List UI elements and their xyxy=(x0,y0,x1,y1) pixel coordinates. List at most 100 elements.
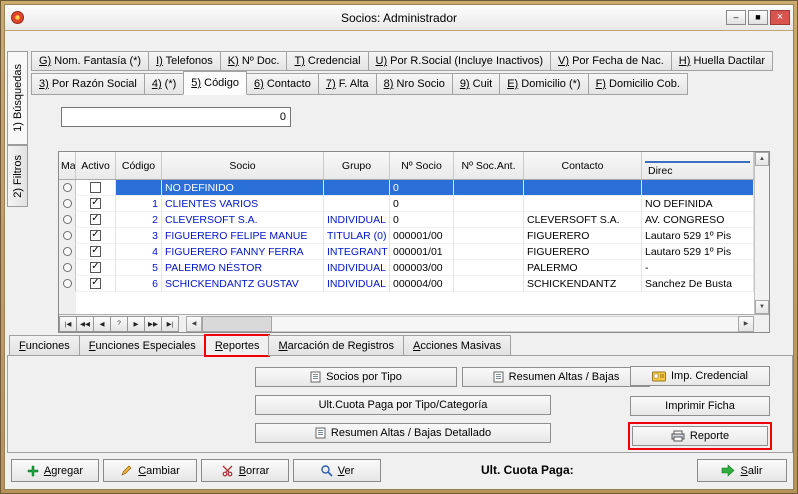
row-active-cell[interactable] xyxy=(76,260,116,276)
horizontal-scroll-track[interactable] xyxy=(272,316,738,332)
vertical-scrollbar[interactable]: ▲ ▼ xyxy=(754,152,769,314)
row-radio[interactable] xyxy=(63,231,72,240)
col-header-nro-socio[interactable]: Nº Socio xyxy=(390,152,454,179)
nav-help-button[interactable]: ? xyxy=(110,316,128,332)
tab-codigo[interactable]: 5) Código xyxy=(183,71,247,95)
imprimir-ficha-button[interactable]: Imprimir Ficha xyxy=(630,396,770,416)
nav-next-button[interactable]: ▶ xyxy=(127,316,145,332)
row-active-cell[interactable] xyxy=(76,244,116,260)
nav-last-button[interactable]: ▶| xyxy=(161,316,179,332)
row-radio[interactable] xyxy=(63,279,72,288)
table-row[interactable]: 1 CLIENTES VARIOS 0 NO DEFINIDA xyxy=(59,196,754,212)
active-checkbox[interactable] xyxy=(90,182,101,193)
tab-por-fecha-nac[interactable]: V) Por Fecha de Nac. xyxy=(550,51,672,71)
table-row[interactable]: 6 SCHICKENDANTZ GUSTAV INDIVIDUAL 000004… xyxy=(59,276,754,292)
nav-first-button[interactable]: |◀ xyxy=(59,316,77,332)
active-checkbox[interactable] xyxy=(90,214,101,225)
table-row[interactable]: 4 FIGUERERO FANNY FERRA INTEGRANT 000001… xyxy=(59,244,754,260)
col-header-direccion[interactable]: Direc xyxy=(642,152,754,179)
active-checkbox[interactable] xyxy=(90,262,101,273)
tab-nro-socio[interactable]: 8) Nro Socio xyxy=(376,73,453,95)
row-active-cell[interactable] xyxy=(76,228,116,244)
tab-marcacion-registros[interactable]: Marcación de Registros xyxy=(268,335,404,356)
row-radio[interactable] xyxy=(63,183,72,192)
row-active-cell[interactable] xyxy=(76,180,116,196)
col-header-codigo[interactable]: Código xyxy=(116,152,162,179)
row-marker-cell[interactable] xyxy=(59,212,76,228)
tab-acciones-masivas[interactable]: Acciones Masivas xyxy=(403,335,511,356)
scroll-left-icon[interactable]: ◀ xyxy=(186,316,202,332)
tab-credencial[interactable]: T) Credencial xyxy=(286,51,368,71)
agregar-button[interactable]: Agregar xyxy=(11,459,99,482)
table-row[interactable]: 5 PALERMO NÉSTOR INDIVIDUAL 000003/00 PA… xyxy=(59,260,754,276)
row-marker-cell[interactable] xyxy=(59,260,76,276)
table-row[interactable]: NO DEFINIDO 0 xyxy=(59,180,754,196)
scroll-down-icon[interactable]: ▼ xyxy=(755,300,769,314)
imp-credencial-button[interactable]: Imp. Credencial xyxy=(630,366,770,386)
table-row[interactable]: 2 CLEVERSOFT S.A. INDIVIDUAL 0 CLEVERSOF… xyxy=(59,212,754,228)
maximize-button[interactable]: ■ xyxy=(748,10,768,25)
codigo-filter-input[interactable] xyxy=(61,107,291,127)
tab-nro-doc[interactable]: K) Nº Doc. xyxy=(220,51,288,71)
tab-por-rsocial[interactable]: U) Por R.Social (Incluye Inactivos) xyxy=(368,51,552,71)
table-row[interactable]: 3 FIGUERERO FELIPE MANUE TITULAR (0) 000… xyxy=(59,228,754,244)
reporte-button[interactable]: Reporte xyxy=(632,426,768,446)
tab-por-razon-social[interactable]: 3) Por Razón Social xyxy=(31,73,145,95)
cambiar-button[interactable]: Cambiar xyxy=(103,459,197,482)
row-radio[interactable] xyxy=(63,199,72,208)
resumen-altas-bajas-button[interactable]: Resumen Altas / Bajas xyxy=(462,367,650,387)
horizontal-scroll-thumb[interactable] xyxy=(202,316,272,332)
row-active-cell[interactable] xyxy=(76,212,116,228)
active-checkbox[interactable] xyxy=(90,246,101,257)
col-header-marca[interactable]: Ma xyxy=(59,152,76,179)
minimize-button[interactable]: – xyxy=(726,10,746,25)
socios-por-tipo-button[interactable]: Socios por Tipo xyxy=(255,367,457,387)
row-active-cell[interactable] xyxy=(76,196,116,212)
row-marker-cell[interactable] xyxy=(59,196,76,212)
active-checkbox[interactable] xyxy=(90,198,101,209)
salir-button[interactable]: Salir xyxy=(697,459,787,482)
tab-telefonos[interactable]: I) Telefonos xyxy=(148,51,221,71)
ver-button[interactable]: Ver xyxy=(293,459,381,482)
col-header-activo[interactable]: Activo xyxy=(76,152,116,179)
row-radio[interactable] xyxy=(63,247,72,256)
row-active-cell[interactable] xyxy=(76,276,116,292)
row-radio[interactable] xyxy=(63,215,72,224)
col-header-grupo[interactable]: Grupo xyxy=(324,152,390,179)
row-marker-cell[interactable] xyxy=(59,180,76,196)
nav-fast-prev-button[interactable]: ◀◀ xyxy=(76,316,94,332)
horizontal-scrollbar[interactable]: ◀ ▶ xyxy=(186,316,754,332)
ult-cuota-paga-tipo-categoria-button[interactable]: Ult.Cuota Paga por Tipo/Categoría xyxy=(255,395,551,415)
tab-reportes[interactable]: Reportes xyxy=(205,335,270,356)
col-header-socio[interactable]: Socio xyxy=(162,152,324,179)
vertical-scroll-track[interactable] xyxy=(755,166,769,300)
scroll-up-icon[interactable]: ▲ xyxy=(755,152,769,166)
row-marker-cell[interactable] xyxy=(59,244,76,260)
close-button[interactable]: × xyxy=(770,10,790,25)
side-tab-filtros[interactable]: 2) Filtros xyxy=(7,145,28,207)
scroll-right-icon[interactable]: ▶ xyxy=(738,316,754,332)
active-checkbox[interactable] xyxy=(90,230,101,241)
tab-cuit[interactable]: 9) Cuit xyxy=(452,73,500,95)
tab-funciones[interactable]: Funciones xyxy=(9,335,80,356)
borrar-button[interactable]: Borrar xyxy=(201,459,289,482)
tab-huella-dactilar[interactable]: H) Huella Dactilar xyxy=(671,51,773,71)
tab-domicilio-cob[interactable]: F) Domicilio Cob. xyxy=(588,73,688,95)
row-marker-cell[interactable] xyxy=(59,276,76,292)
active-checkbox[interactable] xyxy=(90,278,101,289)
row-marker-cell[interactable] xyxy=(59,228,76,244)
tab-f-alta[interactable]: 7) F. Alta xyxy=(318,73,377,95)
side-tab-busquedas[interactable]: 1) Búsquedas xyxy=(7,51,28,145)
tab-contacto[interactable]: 6) Contacto xyxy=(246,73,319,95)
titlebar[interactable]: Socios: Administrador – ■ × xyxy=(5,5,793,31)
row-radio[interactable] xyxy=(63,263,72,272)
tab-domicilio[interactable]: E) Domicilio (*) xyxy=(499,73,588,95)
resumen-altas-bajas-detallado-button[interactable]: Resumen Altas / Bajas Detallado xyxy=(255,423,551,443)
col-header-nro-soc-ant[interactable]: Nº Soc.Ant. xyxy=(454,152,524,179)
nav-fast-next-button[interactable]: ▶▶ xyxy=(144,316,162,332)
tab-nom-fantasia[interactable]: G) Nom. Fantasía (*) xyxy=(31,51,149,71)
nav-prev-button[interactable]: ◀ xyxy=(93,316,111,332)
tab-funciones-especiales[interactable]: Funciones Especiales xyxy=(79,335,206,356)
tab-4[interactable]: 4) (*) xyxy=(144,73,184,95)
col-header-contacto[interactable]: Contacto xyxy=(524,152,642,179)
